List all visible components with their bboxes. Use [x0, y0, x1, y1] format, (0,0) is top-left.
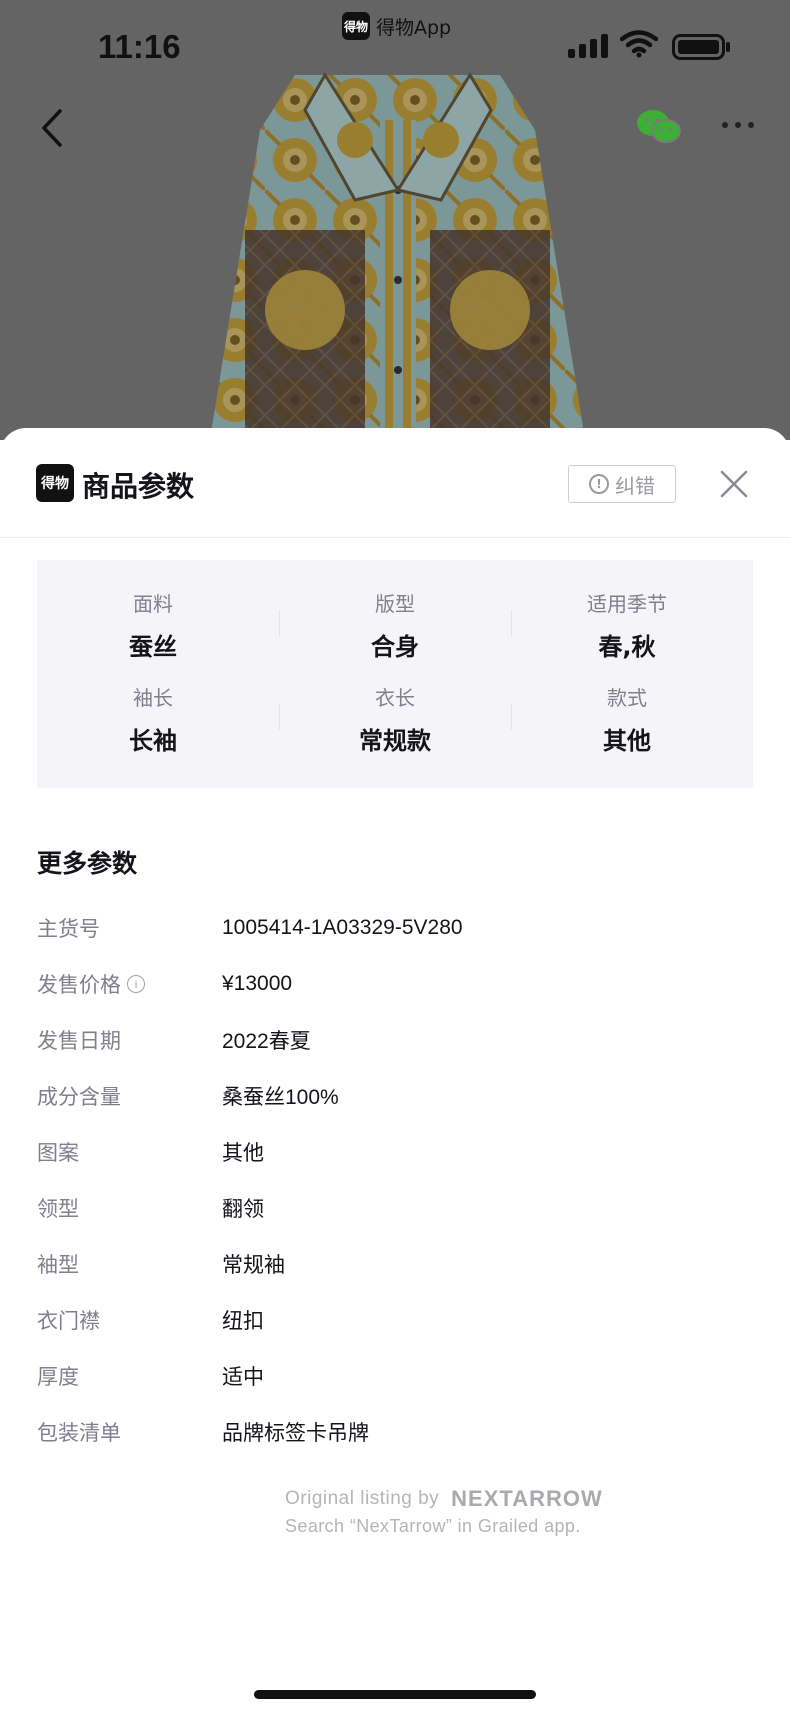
param-row: 图案 其他 — [37, 1132, 753, 1172]
param-row: 袖型 常规袖 — [37, 1244, 753, 1284]
param-row: 主货号 1005414-1A03329-5V280 — [37, 908, 753, 948]
spec-cell: 适用季节 春,秋 — [511, 588, 743, 662]
watermark: Original listing by NEXTARROW Search “Ne… — [285, 1486, 603, 1537]
cellular-signal-icon — [568, 34, 608, 58]
wifi-icon — [620, 30, 658, 58]
param-label: 衣门襟 — [37, 1309, 100, 1333]
param-label: 主货号 — [37, 917, 100, 941]
spec-value: 合身 — [371, 633, 419, 661]
param-value: 翻领 — [222, 1198, 264, 1221]
app-name: 得物App — [376, 16, 452, 39]
spec-value: 春,秋 — [598, 633, 656, 661]
param-value: ¥13000 — [222, 972, 293, 995]
home-indicator[interactable] — [254, 1690, 536, 1699]
report-error-button[interactable]: ! 纠错 — [568, 465, 676, 503]
param-row: 领型 翻领 — [37, 1188, 753, 1228]
param-row: 包装清单 品牌标签卡吊牌 — [37, 1412, 753, 1452]
param-value: 桑蚕丝100% — [222, 1086, 339, 1109]
param-label: 成分含量 — [37, 1085, 121, 1109]
param-value: 纽扣 — [222, 1310, 264, 1333]
spec-key: 面料 — [133, 592, 173, 616]
spec-cell: 衣长 常规款 — [279, 682, 511, 756]
param-label: 厚度 — [37, 1365, 79, 1389]
param-label: 发售价格 i — [37, 969, 222, 999]
spec-key: 衣长 — [375, 686, 415, 710]
watermark-line2: Search “NexTarrow” in Grailed app. — [285, 1516, 581, 1536]
spec-key: 袖长 — [133, 686, 173, 710]
close-icon[interactable] — [718, 468, 750, 500]
watermark-line1: Original listing by — [285, 1488, 440, 1509]
app-logo: 得物 — [342, 12, 370, 40]
sheet-header: 得物 商品参数 ! 纠错 — [0, 428, 790, 538]
status-time: 11:16 — [98, 28, 181, 65]
param-value: 2022春夏 — [222, 1030, 311, 1053]
spec-key: 版型 — [375, 592, 415, 616]
param-label: 包装清单 — [37, 1421, 121, 1445]
report-error-label: 纠错 — [615, 473, 655, 498]
spec-cell: 款式 其他 — [511, 682, 743, 756]
alert-circle-icon: ! — [589, 474, 609, 494]
param-value: 品牌标签卡吊牌 — [222, 1422, 369, 1445]
spec-cell: 面料 蚕丝 — [37, 588, 269, 662]
param-value: 适中 — [222, 1366, 264, 1389]
param-label: 领型 — [37, 1197, 79, 1221]
spec-value: 其他 — [603, 727, 651, 755]
spec-grid: 面料 蚕丝 版型 合身 适用季节 春,秋 袖长 长袖 衣长 常规款 款式 其他 — [37, 560, 753, 788]
param-label: 发售日期 — [37, 1029, 121, 1053]
watermark-brand: NEXTARROW — [451, 1486, 603, 1511]
param-label: 袖型 — [37, 1253, 79, 1277]
battery-icon — [672, 34, 730, 60]
param-row: 厚度 适中 — [37, 1356, 753, 1396]
params-sheet: 得物 商品参数 ! 纠错 面料 蚕丝 版型 合身 适用季节 春,秋 袖长 长袖 — [0, 428, 790, 1710]
spec-cell: 版型 合身 — [279, 588, 511, 662]
wechat-icon[interactable] — [636, 108, 682, 146]
spec-key: 款式 — [607, 686, 647, 710]
sheet-title: 商品参数 — [82, 470, 195, 503]
param-row: 衣门襟 纽扣 — [37, 1300, 753, 1340]
param-value: 1005414-1A03329-5V280 — [222, 916, 463, 939]
spec-value: 长袖 — [129, 727, 177, 755]
spec-value: 常规款 — [359, 727, 431, 755]
chevron-left-icon[interactable] — [38, 108, 66, 148]
param-row: 发售日期 2022春夏 — [37, 1020, 753, 1060]
param-value: 常规袖 — [222, 1254, 285, 1277]
more-params-title: 更多参数 — [37, 849, 138, 878]
param-label: 图案 — [37, 1141, 79, 1165]
param-value: 其他 — [222, 1142, 264, 1165]
param-row: 发售价格 i ¥13000 — [37, 964, 753, 1004]
status-bar: 11:16 得物 得物App — [0, 0, 790, 90]
spec-cell: 袖长 长袖 — [37, 682, 269, 756]
spec-key: 适用季节 — [587, 592, 667, 616]
param-row: 成分含量 桑蚕丝100% — [37, 1076, 753, 1116]
spec-value: 蚕丝 — [129, 633, 177, 661]
brand-logo: 得物 — [36, 464, 74, 502]
more-dots-icon[interactable] — [722, 122, 754, 128]
app-indicator: 得物 得物App — [342, 12, 451, 40]
info-icon[interactable]: i — [127, 975, 145, 993]
